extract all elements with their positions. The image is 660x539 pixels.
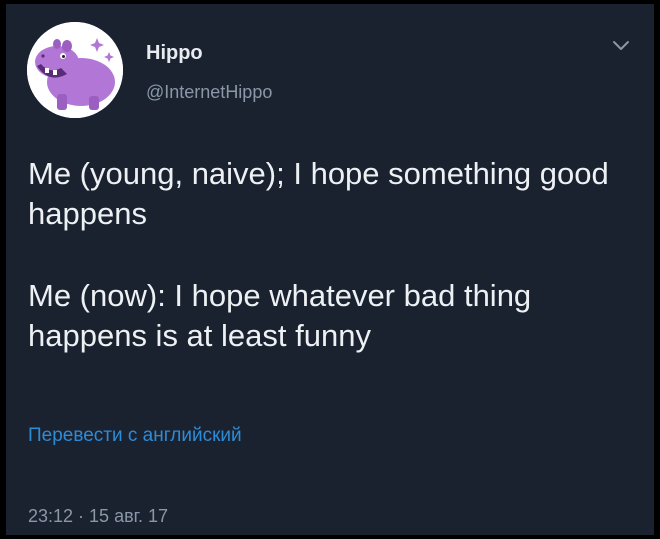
translate-link[interactable]: Перевести с английский <box>28 425 242 447</box>
tweet-paragraph: Me (young, naive); I hope something good… <box>28 156 609 231</box>
author-display-name[interactable]: Hippo <box>146 42 203 65</box>
tweet-text: Me (young, naive); I hope something good… <box>28 154 638 356</box>
hippo-icon <box>27 22 123 118</box>
avatar[interactable] <box>27 22 123 118</box>
chevron-down-icon[interactable] <box>610 38 632 54</box>
tweet-card: Hippo @InternetHippo Me (young, naive); … <box>6 4 654 535</box>
tweet-paragraph: Me (now): I hope whatever bad thing happ… <box>28 278 532 353</box>
tweet-timestamp[interactable]: 23:12 · 15 авг. 17 <box>28 506 168 527</box>
author-handle[interactable]: @InternetHippo <box>146 82 272 103</box>
